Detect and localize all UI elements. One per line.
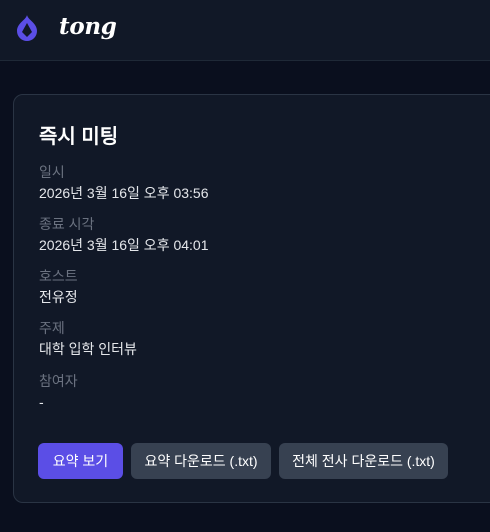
field-label-topic: 주제 <box>39 320 65 336</box>
field-value-datetime: 2026년 3월 16일 오후 03:56 <box>39 185 209 201</box>
field-label-participants: 참여자 <box>39 373 78 389</box>
field-end-time: 종료 시각 2026년 3월 16일 오후 04:01 <box>39 215 209 254</box>
download-summary-button[interactable]: 요약 다운로드 (.txt) <box>131 443 271 479</box>
view-summary-button[interactable]: 요약 보기 <box>38 443 123 479</box>
field-value-end-time: 2026년 3월 16일 오후 04:01 <box>39 237 209 253</box>
field-label-end-time: 종료 시각 <box>39 216 95 232</box>
tong-logo-icon[interactable] <box>15 14 39 42</box>
top-bar: tong <box>0 0 490 61</box>
meeting-title: 즉시 미팅 <box>39 126 119 148</box>
meeting-detail-card: 즉시 미팅 일시 2026년 3월 16일 오후 03:56 종료 시각 202… <box>13 94 490 503</box>
field-datetime: 일시 2026년 3월 16일 오후 03:56 <box>39 163 209 202</box>
field-host: 호스트 전유정 <box>39 267 78 306</box>
field-value-topic: 대학 입학 인터뷰 <box>39 341 137 357</box>
field-label-host: 호스트 <box>39 268 78 284</box>
brand-name[interactable]: tong <box>59 13 117 40</box>
field-value-participants: - <box>39 394 44 410</box>
download-transcript-button[interactable]: 전체 전사 다운로드 (.txt) <box>279 443 448 479</box>
field-label-datetime: 일시 <box>39 164 65 180</box>
field-participants: 참여자 - <box>39 372 78 411</box>
field-topic: 주제 대학 입학 인터뷰 <box>39 319 137 358</box>
field-value-host: 전유정 <box>39 289 78 305</box>
